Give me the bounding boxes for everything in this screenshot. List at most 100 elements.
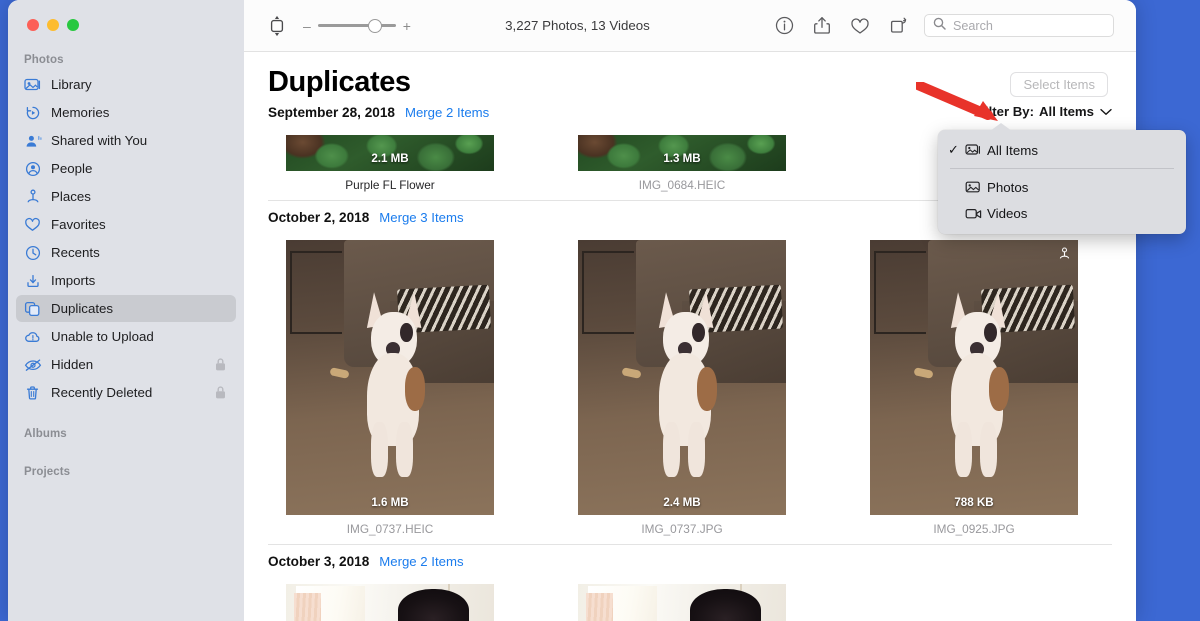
search-icon — [933, 17, 946, 35]
section-date: October 3, 2018 — [268, 554, 370, 569]
section-group: October 2, 2018 Merge 3 Items 1.6 MB IMG… — [244, 210, 1136, 545]
minimize-button[interactable] — [47, 19, 59, 31]
photo-grid — [244, 584, 1136, 621]
sidebar-group-title-projects: Projects — [24, 466, 71, 478]
toolbar: – + 3,227 Photos, 13 Videos — [244, 0, 1136, 52]
dropdown-item-label: Videos — [987, 205, 1028, 221]
filter-by-control[interactable]: Filter By: All Items — [977, 104, 1112, 119]
cloud-warning-icon — [23, 328, 42, 345]
sidebar-item-memories[interactable]: Memories — [16, 99, 236, 126]
sidebar-list-photos: Library Memories Shared with You People … — [8, 71, 244, 406]
select-items-button[interactable]: Select Items — [1010, 72, 1108, 97]
photo-thumbnail[interactable] — [286, 584, 494, 621]
photo-caption: IMG_0684.HEIC — [638, 178, 726, 192]
clock-icon — [23, 244, 42, 261]
sidebar-item-shared-with-you[interactable]: Shared with You — [16, 127, 236, 154]
photo-icon — [965, 180, 987, 194]
section-header: October 3, 2018 Merge 2 Items — [244, 554, 1136, 584]
photos-app-window: Photos Library Memories Shared with You … — [8, 0, 1136, 621]
window-traffic-lights — [27, 19, 79, 31]
memories-icon — [23, 104, 42, 121]
merge-items-link[interactable]: Merge 2 Items — [405, 105, 489, 120]
sidebar-item-label: Recents — [51, 245, 100, 260]
screen: Photos Library Memories Shared with You … — [0, 0, 1200, 621]
search-field[interactable] — [924, 14, 1114, 37]
file-size-badge: 1.6 MB — [371, 496, 409, 509]
rotate-icon[interactable] — [888, 16, 908, 36]
heart-icon[interactable] — [850, 16, 870, 36]
photo-caption: Purple FL Flower — [345, 178, 435, 192]
dropdown-item-videos[interactable]: Videos — [938, 200, 1186, 226]
photo-cell[interactable] — [578, 584, 786, 621]
photo-image — [578, 240, 786, 515]
heart-icon — [23, 216, 42, 233]
sidebar-item-label: Recently Deleted — [51, 385, 153, 400]
sidebar-item-imports[interactable]: Imports — [16, 267, 236, 294]
file-size-badge: 2.4 MB — [663, 496, 701, 509]
sidebar-item-label: Imports — [51, 273, 96, 288]
sidebar-item-duplicates[interactable]: Duplicates — [16, 295, 236, 322]
photo-cell[interactable]: 2.4 MB IMG_0737.JPG — [578, 240, 786, 536]
photo-stack-icon — [965, 143, 987, 157]
toolbar-right — [774, 14, 1136, 37]
sidebar-item-recents[interactable]: Recents — [16, 239, 236, 266]
zoom-in-button[interactable]: + — [403, 19, 411, 33]
zoom-slider[interactable] — [317, 18, 396, 33]
file-size-badge: 788 KB — [954, 496, 994, 509]
merge-items-link[interactable]: Merge 2 Items — [379, 554, 463, 569]
photo-thumbnail[interactable]: 2.4 MB — [578, 240, 786, 515]
filter-by-dropdown-menu[interactable]: ✓ All Items Photos Videos — [938, 123, 1186, 234]
sidebar-item-label: Duplicates — [51, 301, 114, 316]
photo-cell[interactable]: 2.1 MB Purple FL Flower — [286, 135, 494, 192]
section-group: October 3, 2018 Merge 2 Items — [244, 554, 1136, 621]
library-icon — [23, 76, 42, 93]
share-icon[interactable] — [812, 16, 832, 36]
aspect-ratio-icon[interactable] — [266, 14, 288, 38]
trash-icon — [23, 384, 42, 401]
zoom-out-button[interactable]: – — [303, 19, 311, 33]
dropdown-item-label: Photos — [987, 179, 1029, 195]
slider-track — [317, 24, 396, 27]
sidebar-item-people[interactable]: People — [16, 155, 236, 182]
sidebar-group-title-albums: Albums — [24, 428, 67, 440]
photo-thumbnail[interactable]: 1.6 MB — [286, 240, 494, 515]
dropdown-separator — [950, 168, 1174, 169]
duplicates-icon — [23, 300, 42, 317]
sidebar-item-unable-to-upload[interactable]: Unable to Upload — [16, 323, 236, 350]
slider-thumb[interactable] — [367, 18, 382, 33]
filter-by-value: All Items — [1039, 104, 1094, 119]
info-icon[interactable] — [774, 16, 794, 36]
toolbar-left: – + — [244, 14, 411, 38]
zoom-control[interactable]: – + — [303, 18, 411, 33]
photo-thumbnail[interactable]: 1.3 MB — [578, 135, 786, 171]
sidebar-item-recently-deleted[interactable]: Recently Deleted — [16, 379, 236, 406]
section-date: September 28, 2018 — [268, 105, 395, 120]
checkmark-icon: ✓ — [948, 142, 959, 157]
sidebar-item-label: Shared with You — [51, 133, 148, 148]
photo-cell[interactable]: 788 KB IMG_0925.JPG — [870, 240, 1078, 536]
eye-slash-icon — [23, 356, 42, 373]
sidebar-item-hidden[interactable]: Hidden — [16, 351, 236, 378]
page-title: Duplicates — [268, 66, 411, 98]
photo-thumbnail[interactable] — [578, 584, 786, 621]
photo-caption: IMG_0737.HEIC — [346, 522, 434, 536]
photo-image — [578, 584, 786, 621]
close-button[interactable] — [27, 19, 39, 31]
upload-status-icon — [1058, 247, 1071, 261]
sidebar-item-favorites[interactable]: Favorites — [16, 211, 236, 238]
photo-cell[interactable]: 1.3 MB IMG_0684.HEIC — [578, 135, 786, 192]
photo-cell[interactable] — [286, 584, 494, 621]
photo-count-status: 3,227 Photos, 13 Videos — [505, 18, 650, 33]
photo-thumbnail[interactable]: 2.1 MB — [286, 135, 494, 171]
sidebar-item-places[interactable]: Places — [16, 183, 236, 210]
photo-cell[interactable]: 1.6 MB IMG_0737.HEIC — [286, 240, 494, 536]
merge-items-link[interactable]: Merge 3 Items — [379, 210, 463, 225]
sidebar-item-library[interactable]: Library — [16, 71, 236, 98]
dropdown-item-all-items[interactable]: ✓ All Items — [938, 137, 1186, 163]
photo-grid: 1.6 MB IMG_0737.HEIC 2.4 MB IMG_0737.JPG… — [244, 240, 1136, 536]
zoom-button[interactable] — [67, 19, 79, 31]
photo-thumbnail[interactable]: 788 KB — [870, 240, 1078, 515]
sidebar-item-label: People — [51, 161, 93, 176]
search-input[interactable] — [953, 18, 1105, 33]
dropdown-item-photos[interactable]: Photos — [938, 174, 1186, 200]
